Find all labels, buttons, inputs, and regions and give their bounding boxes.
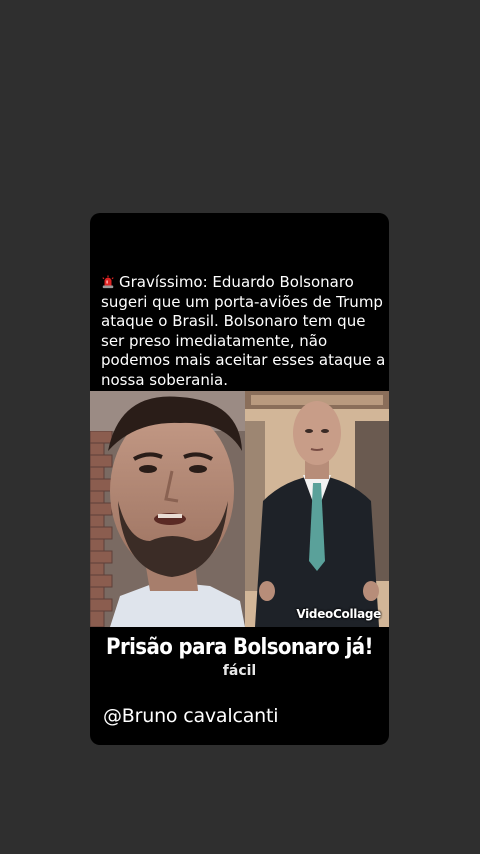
videocollage-watermark: VideoCollage [296,607,381,621]
right-video-panel [245,391,389,627]
background-caption-line: fácil [222,663,257,679]
police-siren-icon [102,275,114,289]
post-caption: Gravíssimo: Eduardo Bolsonaro sugeri que… [101,273,386,390]
video-collage[interactable]: VideoCollage [90,391,389,627]
headline-overlay: Prisão para Bolsonaro já! [106,635,373,660]
caption-text: Gravíssimo: Eduardo Bolsonaro sugeri que… [101,273,386,389]
story-card[interactable]: Gravíssimo: Eduardo Bolsonaro sugeri que… [90,213,389,745]
author-handle[interactable]: @Bruno cavalcanti [103,705,279,727]
text-overlay: fácil Prisão para Bolsonaro já! [90,633,389,689]
left-video-panel [90,391,245,627]
